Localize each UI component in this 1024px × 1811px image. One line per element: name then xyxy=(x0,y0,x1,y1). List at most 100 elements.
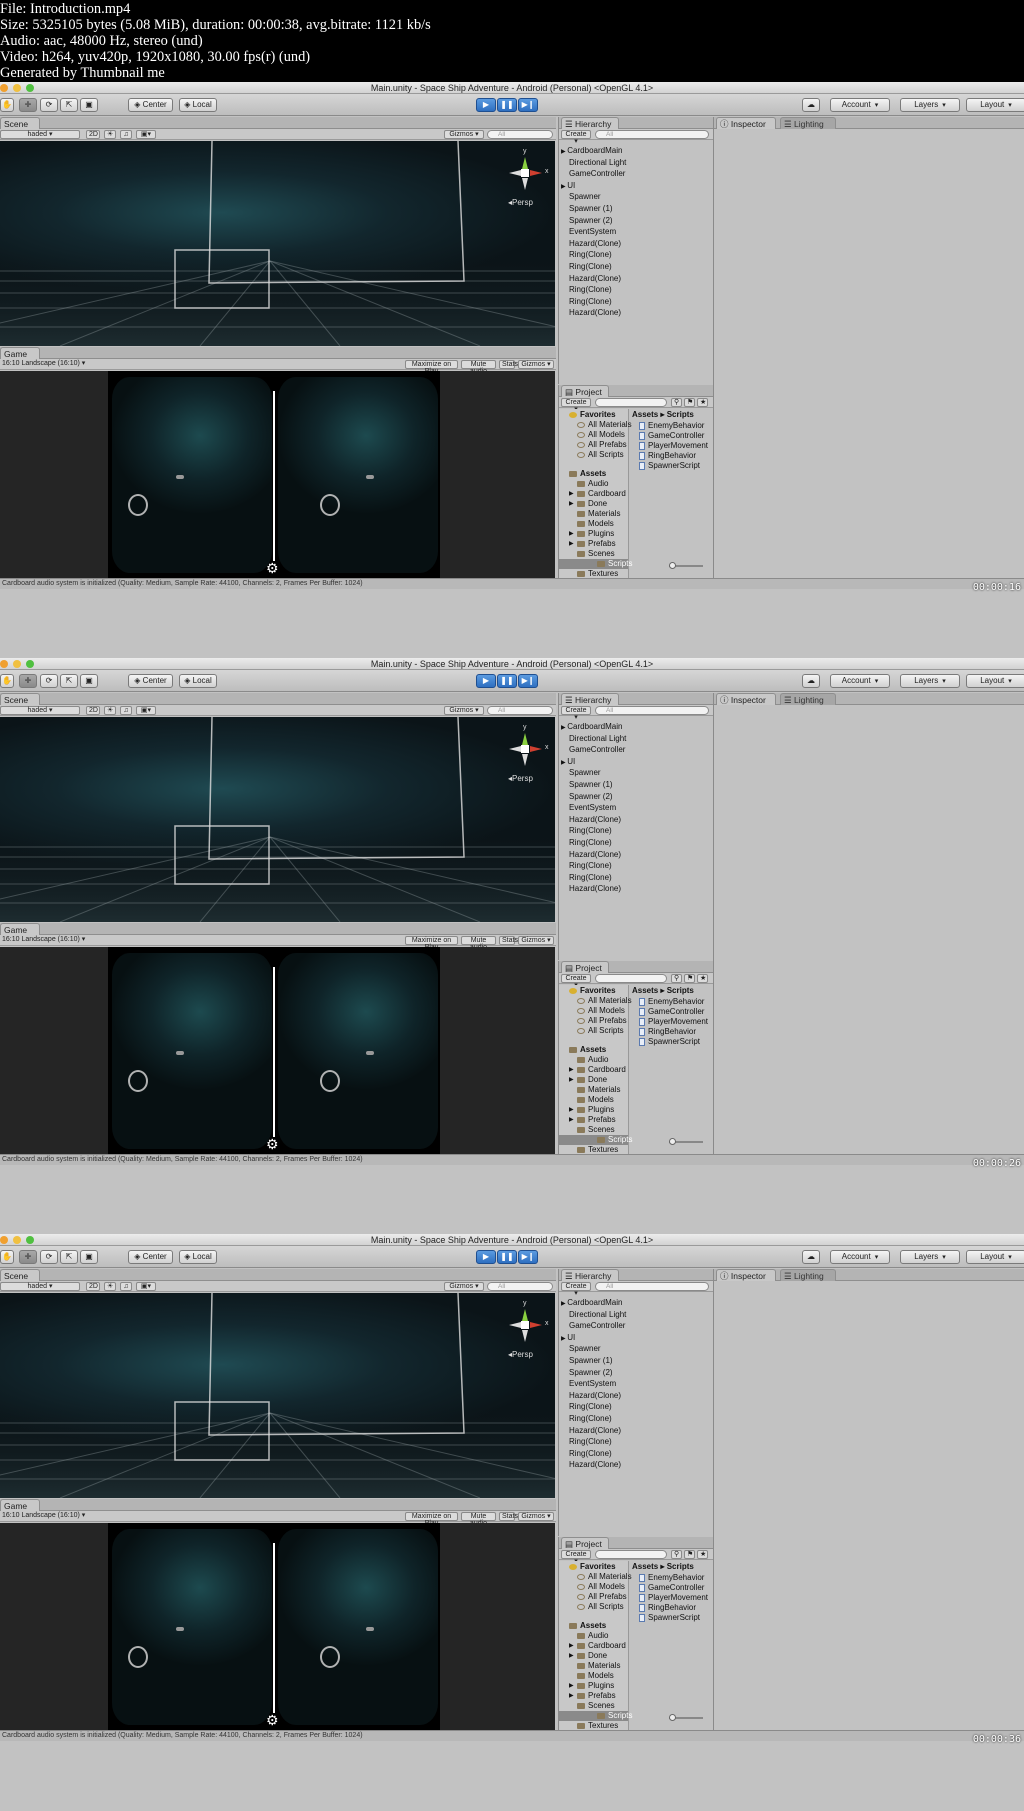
tab-lighting[interactable]: ☰ Lighting xyxy=(780,693,836,705)
rect-tool-button[interactable]: ▣ xyxy=(80,674,98,688)
hierarchy-item[interactable]: ▶ CardboardMain xyxy=(561,146,622,157)
project-tree-item[interactable]: Assets xyxy=(569,1045,606,1055)
effects-dropdown-icon[interactable]: ▣▾ xyxy=(136,706,156,715)
project-tree-item[interactable]: Scenes xyxy=(577,1701,615,1711)
mute-audio-toggle[interactable]: Mute audio xyxy=(461,360,496,375)
hierarchy-item[interactable]: Ring(Clone) xyxy=(569,826,612,836)
slider-handle[interactable] xyxy=(669,562,676,569)
project-tree-item[interactable]: ▶ Done xyxy=(569,1651,607,1661)
hierarchy-item[interactable]: Hazard(Clone) xyxy=(569,884,621,894)
filter-label-icon[interactable]: ⚑ xyxy=(684,974,695,983)
shading-mode-dropdown[interactable]: haded ▾ xyxy=(0,1282,80,1291)
hierarchy-item[interactable]: Ring(Clone) xyxy=(569,1402,612,1412)
expand-arrow-icon[interactable]: ▶ xyxy=(569,1065,574,1075)
pause-button[interactable]: ❚❚ xyxy=(497,674,517,688)
scene-view[interactable]: y x ◂Persp xyxy=(0,717,555,922)
hierarchy-item[interactable]: Spawner (2) xyxy=(569,1368,613,1378)
hierarchy-item[interactable]: Hazard(Clone) xyxy=(569,1426,621,1436)
hierarchy-item[interactable]: EventSystem xyxy=(569,227,616,237)
2d-toggle[interactable]: 2D xyxy=(86,130,100,139)
project-tree-item[interactable]: ▶ Cardboard xyxy=(569,489,626,499)
scene-search-input[interactable]: All xyxy=(487,706,553,715)
maximize-on-play-toggle[interactable]: Maximize on Play xyxy=(405,1512,458,1527)
hand-tool-button[interactable]: ✋ xyxy=(0,1250,14,1264)
layout-dropdown[interactable]: Layout xyxy=(966,1250,1024,1264)
project-tree-item[interactable]: ▶ Cardboard xyxy=(569,1065,626,1075)
expand-arrow-icon[interactable]: ▶ xyxy=(569,1105,574,1115)
tab-game[interactable]: Game xyxy=(0,1499,40,1511)
hierarchy-create-dropdown[interactable]: Create ▾ xyxy=(561,1282,591,1297)
slider-handle[interactable] xyxy=(669,1714,676,1721)
hierarchy-item[interactable]: Hazard(Clone) xyxy=(569,1391,621,1401)
audio-toggle-icon[interactable]: ♫ xyxy=(120,706,132,715)
minimize-window-button[interactable] xyxy=(13,84,21,92)
hierarchy-item[interactable]: Ring(Clone) xyxy=(569,262,612,272)
tab-hierarchy[interactable]: ☰ Hierarchy xyxy=(561,1269,619,1281)
pivot-center-button[interactable]: ◈ Center xyxy=(128,674,173,688)
hierarchy-item[interactable]: Spawner (2) xyxy=(569,216,613,226)
project-tree-item[interactable]: All Materials xyxy=(577,1572,632,1582)
project-search-input[interactable] xyxy=(595,1550,667,1559)
project-tree-item[interactable]: Models xyxy=(577,1095,614,1105)
hierarchy-item[interactable]: GameController xyxy=(569,745,625,755)
expand-arrow-icon[interactable]: ▶ xyxy=(569,499,574,509)
hierarchy-item[interactable]: Spawner xyxy=(569,1344,601,1354)
rotate-tool-button[interactable]: ⟳ xyxy=(40,98,58,112)
hierarchy-item[interactable]: Hazard(Clone) xyxy=(569,815,621,825)
tab-lighting[interactable]: ☰ Lighting xyxy=(780,117,836,129)
project-tree-item[interactable]: ▶ Cardboard xyxy=(569,1641,626,1651)
audio-toggle-icon[interactable]: ♫ xyxy=(120,1282,132,1291)
2d-toggle[interactable]: 2D xyxy=(86,1282,100,1291)
project-breadcrumb[interactable]: Assets ▸ Scripts xyxy=(632,986,694,996)
expand-arrow-icon[interactable]: ▶ xyxy=(569,1115,574,1125)
close-window-button[interactable] xyxy=(0,1236,8,1244)
project-tree-item[interactable]: All Scripts xyxy=(577,1026,624,1036)
project-tree-item[interactable]: Assets xyxy=(569,469,606,479)
hierarchy-item[interactable]: Ring(Clone) xyxy=(569,250,612,260)
project-tree-item[interactable]: Audio xyxy=(577,1631,608,1641)
pause-button[interactable]: ❚❚ xyxy=(497,1250,517,1264)
account-dropdown[interactable]: Account xyxy=(830,1250,890,1264)
cloud-icon[interactable]: ☁ xyxy=(802,1250,820,1264)
hierarchy-item[interactable]: Spawner (2) xyxy=(569,792,613,802)
expand-arrow-icon[interactable]: ▶ xyxy=(569,1641,574,1651)
script-file-item[interactable]: EnemyBehavior xyxy=(639,997,704,1007)
expand-arrow-icon[interactable]: ▶ xyxy=(569,529,574,539)
shading-mode-dropdown[interactable]: haded ▾ xyxy=(0,130,80,139)
hand-tool-button[interactable]: ✋ xyxy=(0,98,14,112)
hierarchy-item[interactable]: Hazard(Clone) xyxy=(569,850,621,860)
play-button[interactable]: ▶ xyxy=(476,674,496,688)
tab-lighting[interactable]: ☰ Lighting xyxy=(780,1269,836,1281)
hierarchy-item[interactable]: Spawner xyxy=(569,768,601,778)
maximize-window-button[interactable] xyxy=(26,1236,34,1244)
hierarchy-item[interactable]: GameController xyxy=(569,169,625,179)
script-file-item[interactable]: EnemyBehavior xyxy=(639,421,704,431)
persp-label[interactable]: ◂Persp xyxy=(508,198,533,207)
script-file-item[interactable]: SpawnerScript xyxy=(639,1613,700,1623)
hierarchy-search-input[interactable]: All xyxy=(595,130,709,139)
scene-orientation-gizmo[interactable]: y x xyxy=(505,724,549,769)
script-file-item[interactable]: RingBehavior xyxy=(639,1603,696,1613)
scene-gizmos-dropdown[interactable]: Gizmos ▾ xyxy=(444,1282,484,1291)
pivot-local-button[interactable]: ◈ Local xyxy=(179,674,217,688)
favorite-star-icon[interactable]: ★ xyxy=(697,974,708,983)
expand-arrow-icon[interactable]: ▶ xyxy=(569,1651,574,1661)
game-gizmos-dropdown[interactable]: Gizmos ▾ xyxy=(518,1512,554,1521)
project-tree-item[interactable]: ▶ Prefabs xyxy=(569,1691,616,1701)
persp-label[interactable]: ◂Persp xyxy=(508,774,533,783)
hierarchy-item[interactable]: Spawner xyxy=(569,192,601,202)
hierarchy-item[interactable]: EventSystem xyxy=(569,803,616,813)
project-tree-item[interactable]: All Scripts xyxy=(577,1602,624,1612)
tab-game[interactable]: Game xyxy=(0,347,40,359)
move-tool-button[interactable]: ✛ xyxy=(19,1250,37,1264)
hierarchy-item[interactable]: Spawner (1) xyxy=(569,780,613,790)
mute-audio-toggle[interactable]: Mute audio xyxy=(461,936,496,951)
project-breadcrumb[interactable]: Assets ▸ Scripts xyxy=(632,1562,694,1572)
hierarchy-item[interactable]: Spawner (1) xyxy=(569,1356,613,1366)
pivot-center-button[interactable]: ◈ Center xyxy=(128,98,173,112)
hierarchy-create-dropdown[interactable]: Create ▾ xyxy=(561,706,591,721)
script-file-item[interactable]: SpawnerScript xyxy=(639,1037,700,1047)
project-tree-item[interactable]: Scenes xyxy=(577,549,615,559)
scale-tool-button[interactable]: ⇱ xyxy=(60,98,78,112)
filter-type-icon[interactable]: ⚲ xyxy=(671,1550,682,1559)
